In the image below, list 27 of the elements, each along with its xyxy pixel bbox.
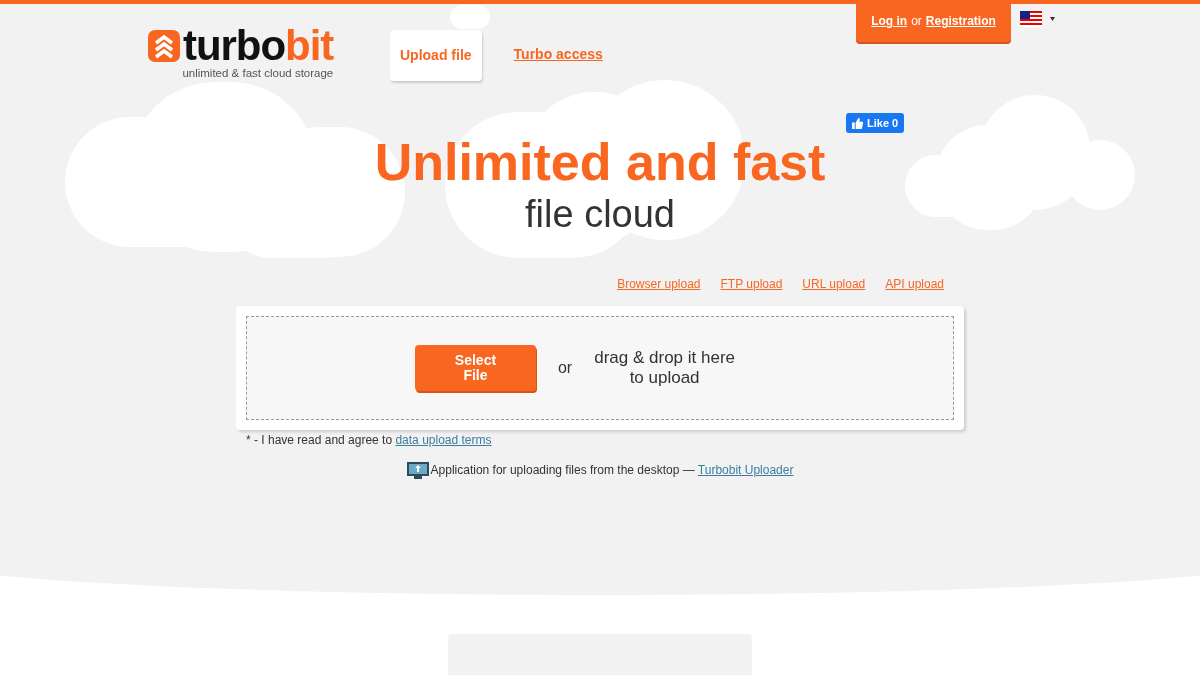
hero-subtitle: file cloud bbox=[525, 194, 675, 234]
us-flag-icon[interactable] bbox=[1020, 11, 1042, 27]
select-file-button[interactable]: Select File bbox=[414, 345, 536, 391]
upload-method-link[interactable]: URL upload bbox=[802, 275, 866, 293]
login-link[interactable]: Log in bbox=[871, 12, 908, 30]
logo-icon bbox=[148, 30, 180, 62]
nav-tab[interactable]: Upload file bbox=[390, 30, 482, 81]
upload-method-link[interactable]: FTP upload bbox=[720, 275, 783, 293]
separator-text: or bbox=[911, 13, 922, 30]
facebook-like-button[interactable]: Like 0 bbox=[846, 113, 905, 133]
logo-wordmark: turbobit bbox=[183, 30, 334, 62]
uploader-link[interactable]: Turbobit Uploader bbox=[697, 463, 794, 477]
upload-method-link[interactable]: Browser upload bbox=[617, 275, 701, 293]
thumbs-up-icon bbox=[852, 117, 863, 129]
drag-drop-hint: drag & drop it here to upload bbox=[594, 348, 735, 388]
upload-method-link[interactable]: API upload bbox=[885, 275, 944, 293]
registration-link[interactable]: Registration bbox=[925, 12, 996, 30]
terms-text: * - I have read and agree to data upload terms bbox=[246, 432, 492, 449]
dropdown-caret-icon[interactable] bbox=[1050, 17, 1055, 21]
cloud-drawing bbox=[450, 5, 490, 29]
logo-tagline: unlimited & fast cloud storage bbox=[182, 66, 334, 81]
desktop-app-text: Application for uploading files from the desktop — Turbobit Uploader bbox=[430, 462, 794, 479]
or-text: or bbox=[557, 358, 573, 378]
nav-tab[interactable]: Turbo access bbox=[513, 30, 603, 79]
terms-link[interactable]: data upload terms bbox=[395, 433, 492, 447]
hero-title: Unlimited and fast bbox=[374, 132, 826, 193]
drop-zone[interactable]: Select File or drag & drop it here to upload bbox=[246, 316, 954, 420]
